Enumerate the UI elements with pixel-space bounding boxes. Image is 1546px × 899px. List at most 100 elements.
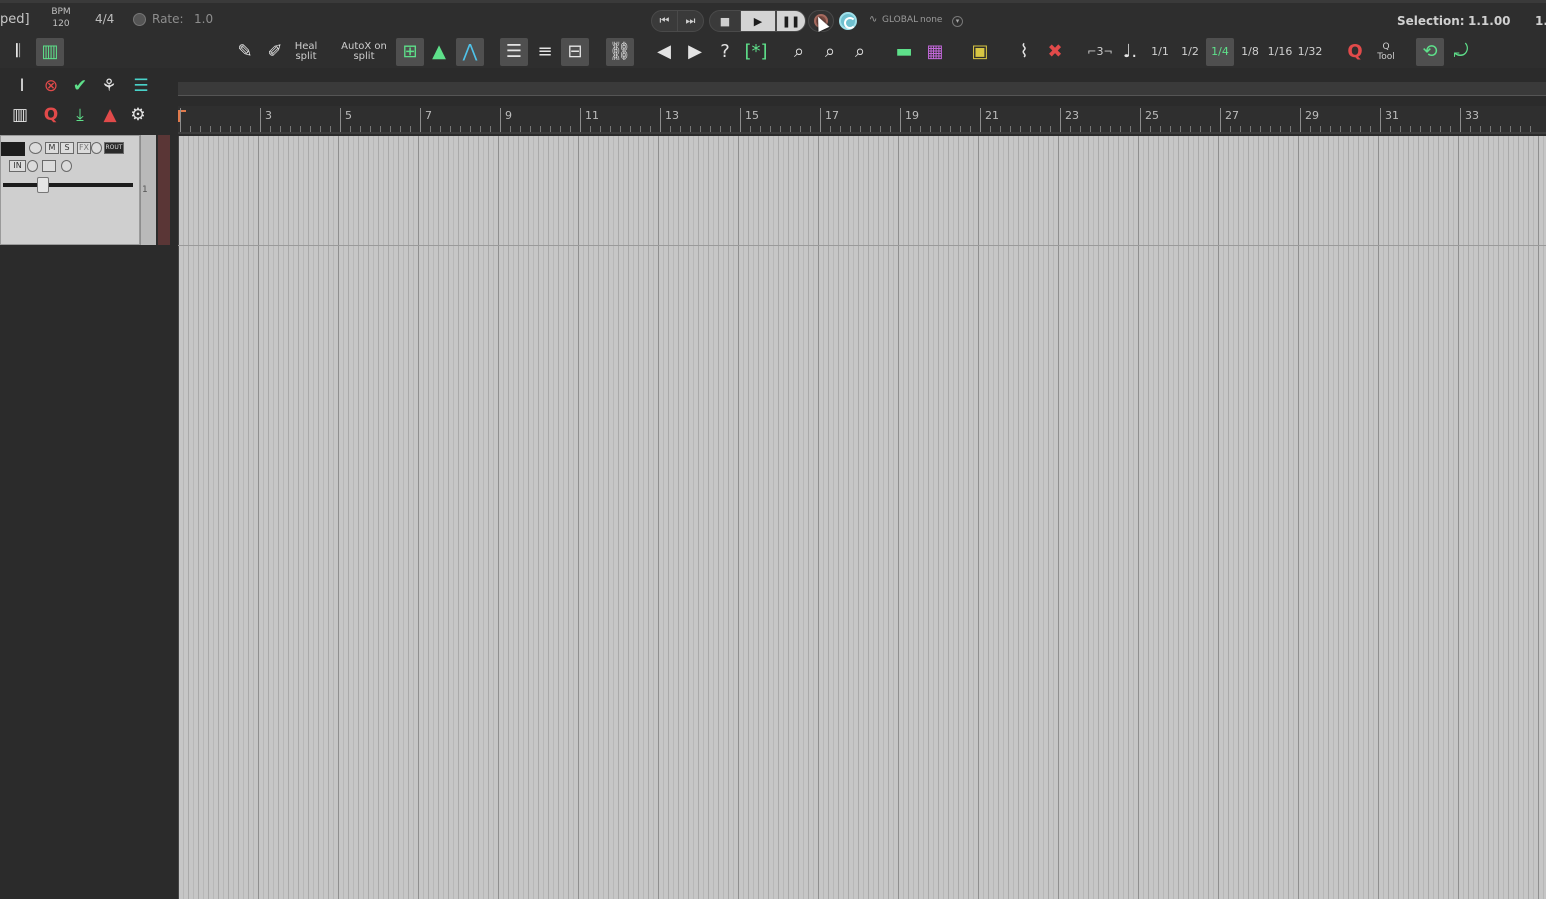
ruler-minor-tick bbox=[1050, 126, 1051, 132]
go-to-end-button[interactable]: ⏭ bbox=[677, 10, 704, 32]
bpm-display[interactable]: BPM 120 bbox=[46, 6, 76, 30]
heal-split-button[interactable]: Heal split bbox=[290, 38, 322, 66]
fx-button[interactable]: FX bbox=[77, 142, 91, 154]
ruler-minor-tick bbox=[970, 126, 971, 132]
phase-icon[interactable] bbox=[61, 160, 72, 172]
zoom-in-button[interactable]: ⌕ bbox=[846, 38, 874, 66]
envelope-pen-button[interactable]: ✎ bbox=[231, 38, 259, 66]
marker-icon: [*] bbox=[744, 41, 768, 62]
rate-knob[interactable] bbox=[133, 13, 146, 26]
select-tool-button[interactable]: I bbox=[8, 72, 36, 100]
ripple-off-button[interactable]: ☰ bbox=[500, 38, 528, 66]
ruler-minor-tick bbox=[940, 126, 941, 132]
item-lock-button[interactable]: ⊞ bbox=[396, 38, 424, 66]
track-list-button[interactable]: ☰ bbox=[127, 72, 155, 100]
solo-mode-button[interactable]: ▣ bbox=[966, 38, 994, 66]
mixer-button[interactable]: ▥ bbox=[36, 38, 64, 66]
track-volume-knob[interactable] bbox=[29, 142, 42, 154]
autox-on-split-button[interactable]: AutoX on split bbox=[338, 38, 390, 66]
ruler-minor-tick bbox=[1040, 126, 1041, 132]
skip-back-icon: ⏮ bbox=[659, 14, 670, 27]
chevron-down-icon[interactable]: ▾ bbox=[952, 16, 963, 27]
ripple-per-track-button[interactable]: ≡ bbox=[531, 38, 559, 66]
record-disarm-button[interactable]: ⊗ bbox=[37, 72, 65, 100]
remove-envelope-button[interactable]: ✖ bbox=[1041, 38, 1069, 66]
input-button[interactable]: IN bbox=[9, 160, 26, 172]
volume-envelope-button[interactable]: ⌇ bbox=[1010, 38, 1038, 66]
grid-1-4-button[interactable]: 1/4 bbox=[1206, 38, 1234, 66]
envelope-edit-button[interactable]: ✐ bbox=[261, 38, 289, 66]
play-button[interactable]: ▶ bbox=[740, 10, 776, 32]
crossfade-button[interactable]: ▲ bbox=[425, 38, 453, 66]
timeline-ruler[interactable]: 3 5 7 9 11 13 15 17 19 21 23 25 27 29 31 33 bbox=[178, 106, 1546, 134]
grid-1-2-button[interactable]: 1/2 bbox=[1176, 38, 1204, 66]
repeat-toggle-icon[interactable] bbox=[839, 12, 857, 30]
color-button[interactable]: ▦ bbox=[921, 38, 949, 66]
quantize-button[interactable]: Q bbox=[1341, 38, 1369, 66]
stop-button[interactable]: ■ bbox=[709, 10, 741, 32]
ruler-minor-tick bbox=[990, 126, 991, 132]
actions-button[interactable]: ⚙ bbox=[124, 101, 152, 129]
ruler-bar-label: 7 bbox=[425, 109, 432, 122]
automation-mode-value[interactable]: none bbox=[920, 15, 942, 25]
grid-1-16-button[interactable]: 1/16 bbox=[1266, 38, 1294, 66]
ruler-bar-tick bbox=[1140, 108, 1141, 132]
previous-button[interactable]: ◀ bbox=[650, 38, 678, 66]
ruler-bar-tick bbox=[740, 108, 741, 132]
grid-1-1-button[interactable]: 1/1 bbox=[1146, 38, 1174, 66]
triplet-button[interactable]: ⌐3¬ bbox=[1086, 38, 1114, 66]
zoom-fit-button[interactable]: ⌕ bbox=[785, 38, 813, 66]
fade-button[interactable]: ⋀ bbox=[456, 38, 484, 66]
next-button[interactable]: ▶ bbox=[681, 38, 709, 66]
render-button[interactable]: ▲ bbox=[96, 101, 124, 129]
quantize-q-icon: Q bbox=[43, 105, 59, 125]
virtual-keyboard-button[interactable]: ▥ bbox=[6, 101, 34, 129]
play-icon: ▶ bbox=[753, 14, 763, 28]
piano-roll-button[interactable]: 𝄃 bbox=[4, 38, 32, 66]
track-name-field[interactable] bbox=[1, 142, 25, 156]
question-icon: ? bbox=[720, 41, 730, 62]
selection-start[interactable]: 1.1.00 bbox=[1468, 14, 1511, 28]
grid-1-32-button[interactable]: 1/32 bbox=[1296, 38, 1324, 66]
grid-1-8-button[interactable]: 1/8 bbox=[1236, 38, 1264, 66]
track-fader-handle[interactable] bbox=[37, 177, 49, 193]
dotted-note-button[interactable]: ♩. bbox=[1116, 38, 1144, 66]
track-envelopes-button[interactable]: ⚘ bbox=[95, 72, 123, 100]
horizontal-scrollbar[interactable] bbox=[178, 82, 1546, 96]
grouping-button[interactable]: ⛓ bbox=[606, 38, 634, 66]
ripple-all-button[interactable]: ⊟ bbox=[561, 38, 589, 66]
ruler-minor-tick bbox=[790, 126, 791, 132]
mute-button[interactable]: M bbox=[45, 142, 59, 154]
route-button[interactable]: ROUT bbox=[104, 142, 124, 154]
stop-icon: ■ bbox=[719, 14, 731, 28]
ruler-minor-tick bbox=[450, 126, 451, 132]
track-fader[interactable] bbox=[3, 183, 133, 187]
marker-button[interactable]: [*] bbox=[742, 38, 770, 66]
selection-end[interactable]: 1. bbox=[1535, 14, 1546, 28]
import-button[interactable]: ⤓ bbox=[66, 101, 94, 129]
go-to-start-button[interactable]: ⏮ bbox=[651, 10, 678, 32]
fx-bypass-icon[interactable] bbox=[91, 142, 102, 154]
ruler-bar-tick bbox=[660, 108, 661, 132]
loop-toggle-button[interactable]: ⟲ bbox=[1416, 38, 1444, 66]
zoom-out-button[interactable]: ⌕ bbox=[816, 38, 844, 66]
loop-options-button[interactable]: ⤾ bbox=[1447, 38, 1475, 66]
selection-label: Selection: bbox=[1397, 14, 1465, 28]
ruler-minor-tick bbox=[800, 126, 801, 132]
time-signature[interactable]: 4/4 bbox=[95, 12, 114, 26]
arrange-view[interactable] bbox=[178, 136, 1546, 899]
track-name-button[interactable]: ▬ bbox=[890, 38, 918, 66]
record-mode-icon[interactable] bbox=[42, 160, 56, 172]
ruler-minor-tick bbox=[410, 126, 411, 132]
quantize-items-button[interactable]: Q bbox=[37, 101, 65, 129]
help-button[interactable]: ? bbox=[711, 38, 739, 66]
global-automation-label[interactable]: GLOBAL bbox=[882, 15, 918, 25]
pause-button[interactable]: ❚❚ bbox=[776, 10, 806, 32]
record-arm-button[interactable]: ✔ bbox=[66, 72, 94, 100]
q-tool-button[interactable]: Q Tool bbox=[1372, 38, 1400, 66]
solo-button[interactable]: S bbox=[60, 142, 74, 154]
ruler-minor-tick bbox=[1470, 126, 1471, 132]
rate-value[interactable]: 1.0 bbox=[194, 12, 213, 26]
track-1-control-panel[interactable]: M S FX ROUT IN bbox=[0, 135, 140, 245]
monitor-icon[interactable] bbox=[27, 160, 38, 172]
